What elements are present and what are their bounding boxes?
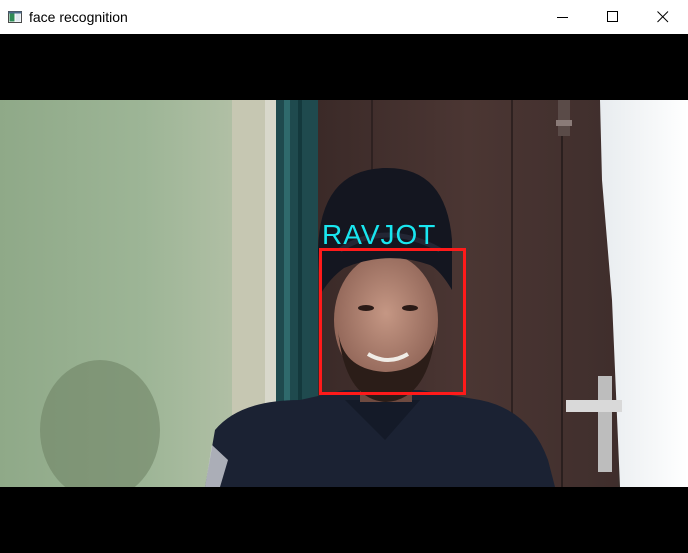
face-label: RAVJOT: [322, 219, 437, 250]
minimize-button[interactable]: [538, 0, 588, 34]
title-bar[interactable]: face recognition: [0, 0, 688, 34]
maximize-button[interactable]: [588, 0, 638, 34]
close-button[interactable]: [638, 0, 688, 34]
maximize-icon: [607, 11, 618, 22]
camera-frame: RAVJOT: [0, 100, 688, 487]
minimize-icon: [557, 17, 568, 18]
camera-view: RAVJOT: [0, 34, 688, 553]
face-bounding-box: [319, 248, 466, 395]
window-controls: [538, 0, 688, 34]
app-window: face recognition RAVJOT: [0, 0, 688, 553]
app-window-icon: [8, 11, 22, 23]
close-icon: [657, 11, 669, 23]
window-title: face recognition: [29, 9, 128, 25]
